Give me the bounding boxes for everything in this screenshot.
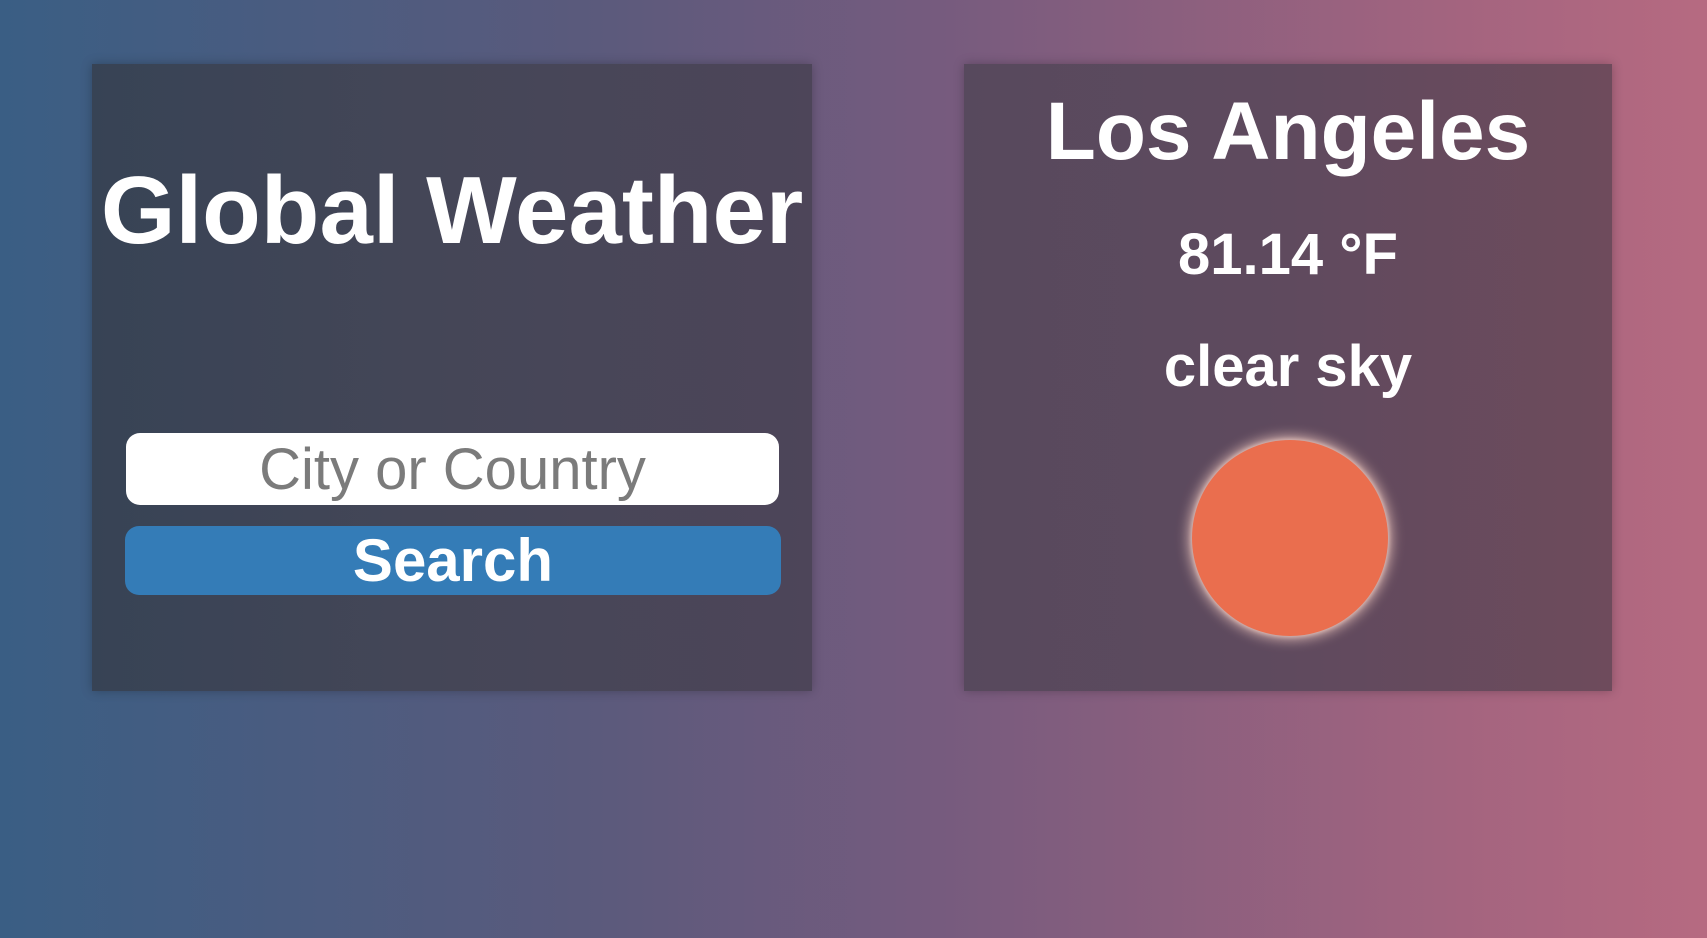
search-button[interactable]: Search (125, 526, 781, 595)
weather-panel: Los Angeles 81.14 °F clear sky (964, 64, 1612, 691)
sun-icon (1192, 440, 1388, 636)
search-input[interactable] (126, 433, 779, 505)
temperature: 81.14 °F (1178, 222, 1398, 287)
city-name: Los Angeles (1045, 86, 1531, 177)
weather-description: clear sky (1163, 334, 1413, 399)
app-title: Global Weather (100, 157, 804, 264)
search-panel: Global Weather Search (92, 64, 812, 691)
